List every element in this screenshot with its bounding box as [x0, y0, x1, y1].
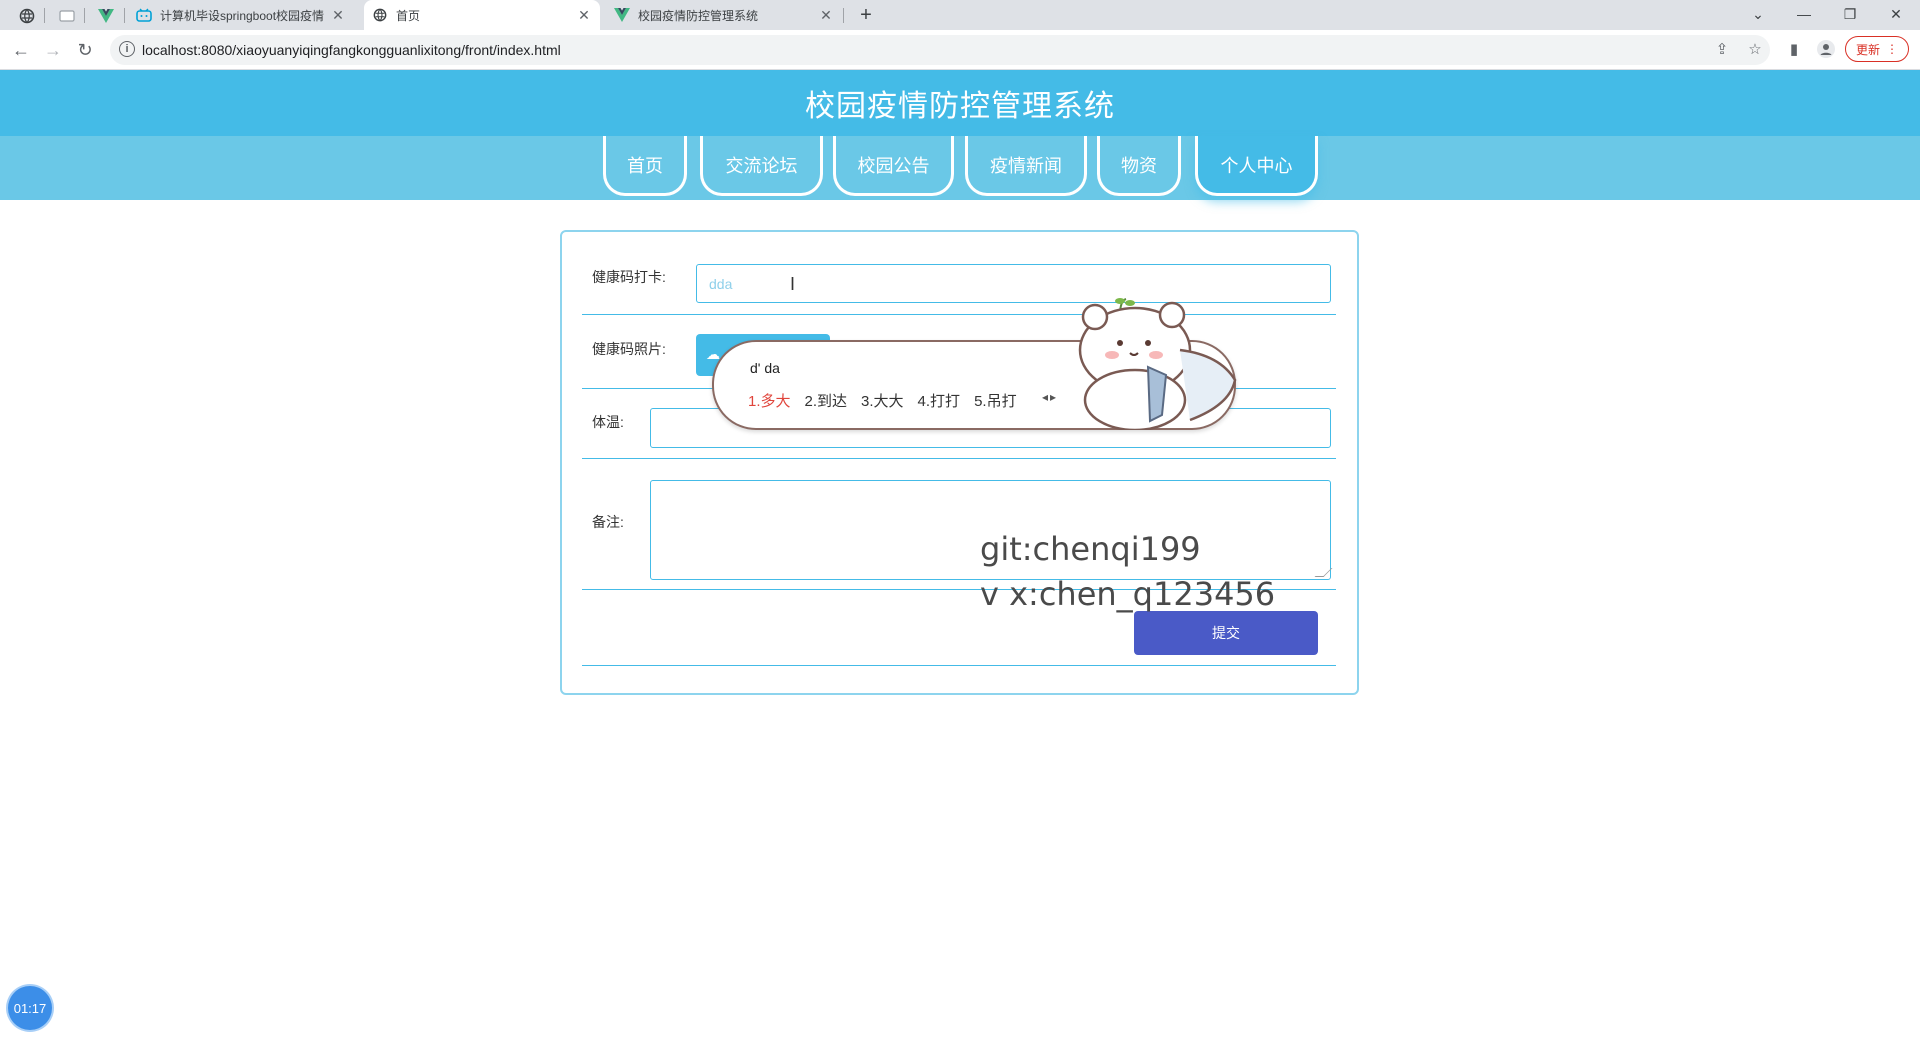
bear-mascot-icon — [1078, 298, 1237, 430]
share-icon[interactable]: ⇪ — [1712, 39, 1732, 59]
nav-supplies[interactable]: 物资 — [1097, 136, 1181, 196]
minimize-button[interactable]: — — [1784, 0, 1824, 28]
tab-title: 计算机毕设springboot校园疫情 — [160, 8, 325, 23]
ime-page-arrows-icon[interactable]: ◂▸ — [1042, 390, 1058, 404]
watermark-line: v x:chen_q123456 — [980, 575, 1276, 613]
ime-candidate[interactable]: 3.大大 — [861, 390, 904, 411]
nav-personal-center[interactable]: 个人中心 — [1195, 136, 1318, 196]
ime-candidate[interactable]: 2.到达 — [805, 390, 848, 411]
new-tab-button[interactable]: + — [853, 2, 879, 28]
ime-candidate[interactable]: 1.多大 — [748, 390, 791, 411]
nav-announcements[interactable]: 校园公告 — [833, 136, 954, 196]
tab-bilibili[interactable]: 计算机毕设springboot校园疫情 ✕ — [128, 0, 354, 30]
ime-candidate[interactable]: 4.打打 — [918, 390, 961, 411]
bilibili-icon — [136, 7, 152, 23]
watermark-line: git:chenqi199 — [980, 530, 1201, 568]
health-code-checkin-value: dda — [709, 276, 733, 292]
tab-home[interactable]: 首页 ✕ — [364, 0, 600, 30]
temperature-label: 体温: — [592, 414, 624, 430]
info-icon[interactable]: i — [119, 41, 135, 57]
ime-candidate[interactable]: 5.吊打 — [974, 390, 1017, 411]
star-icon[interactable]: ☆ — [1745, 39, 1765, 59]
more-icon: ⋮ — [1886, 42, 1898, 56]
address-bar[interactable]: i localhost:8080/xiaoyuanyiqingfangkongg… — [110, 35, 1770, 65]
close-icon[interactable]: ✕ — [574, 7, 594, 24]
globe-icon[interactable] — [15, 4, 39, 28]
forward-arrow-icon[interactable]: → — [40, 37, 66, 63]
submit-button[interactable]: 提交 — [1134, 611, 1318, 655]
main-nav: 首页 交流论坛 校园公告 疫情新闻 物资 个人中心 — [0, 136, 1920, 206]
nav-forum[interactable]: 交流论坛 — [700, 136, 823, 196]
url-text: localhost:8080/xiaoyuanyiqingfangkonggua… — [142, 42, 561, 58]
remark-label: 备注: — [592, 514, 624, 530]
folder-icon[interactable] — [55, 4, 79, 28]
divider — [582, 458, 1336, 459]
profile-icon[interactable] — [1816, 39, 1836, 59]
chevron-down-icon[interactable]: ⌄ — [1738, 0, 1778, 28]
restore-button[interactable]: ❐ — [1830, 0, 1870, 28]
site-header: 校园疫情防控管理系统 — [0, 70, 1920, 136]
nav-home[interactable]: 首页 — [603, 136, 687, 196]
reload-icon[interactable]: ↻ — [72, 37, 98, 63]
update-button[interactable]: 更新 ⋮ — [1845, 36, 1909, 62]
ime-candidate-list: 1.多大 2.到达 3.大大 4.打打 5.吊打 — [748, 390, 1017, 411]
globe-icon — [372, 7, 388, 23]
ime-composition: d' da — [750, 360, 780, 376]
update-label: 更新 — [1855, 42, 1880, 57]
health-code-photo-label: 健康码照片: — [592, 341, 666, 357]
close-icon[interactable]: ✕ — [328, 7, 348, 24]
nav-epidemic-news[interactable]: 疫情新闻 — [965, 136, 1087, 196]
back-arrow-icon[interactable]: ← — [8, 37, 34, 63]
divider — [582, 665, 1336, 666]
site-title: 校园疫情防控管理系统 — [805, 90, 1115, 123]
sidebar-icon[interactable]: ▮ — [1784, 39, 1804, 59]
vue-icon[interactable] — [94, 4, 118, 28]
tab-title: 首页 — [396, 8, 421, 23]
close-icon[interactable]: ✕ — [816, 7, 836, 24]
close-window-button[interactable]: ✕ — [1876, 0, 1916, 28]
text-cursor-icon: I — [790, 274, 796, 294]
resize-grip-icon[interactable] — [1314, 568, 1333, 577]
health-code-checkin-label: 健康码打卡: — [592, 269, 666, 285]
recording-timer: 01:17 — [8, 986, 52, 1030]
tab-system[interactable]: 校园疫情防控管理系统 ✕ — [606, 0, 842, 30]
vue-icon — [614, 7, 630, 23]
tab-title: 校园疫情防控管理系统 — [638, 8, 759, 23]
browser-toolbar: ← → ↻ i localhost:8080/xiaoyuanyiqingfan… — [0, 30, 1920, 70]
browser-tabstrip: 计算机毕设springboot校园疫情 ✕ 首页 ✕ 校园疫情防控管理系统 ✕ … — [0, 0, 1920, 30]
